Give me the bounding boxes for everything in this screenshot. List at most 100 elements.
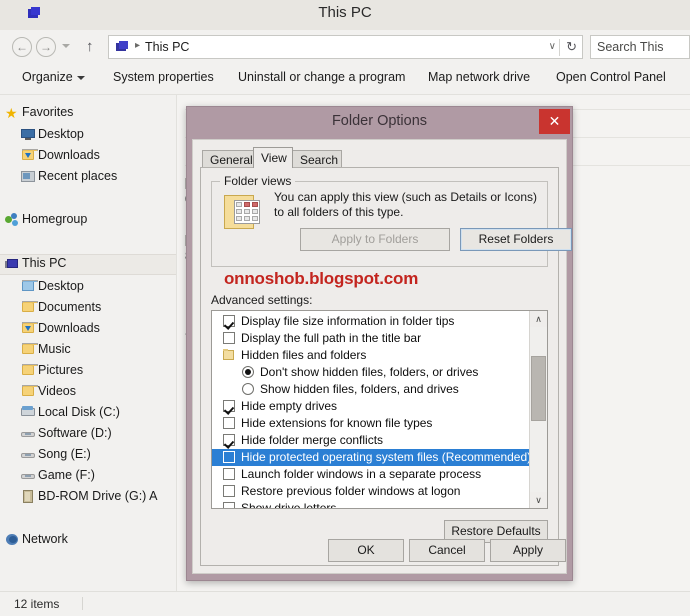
advanced-settings-list[interactable]: Display file size information in folder …: [211, 310, 548, 509]
sidebar-item-label: Favorites: [22, 105, 74, 119]
command-open-control-panel[interactable]: Open Control Panel: [556, 70, 666, 84]
advanced-setting-row[interactable]: Hide protected operating system files (R…: [212, 449, 531, 466]
breadcrumb-this-pc[interactable]: This PC: [145, 40, 189, 54]
checkbox-icon[interactable]: [223, 417, 235, 429]
apply-button[interactable]: Apply: [490, 539, 566, 562]
sidebar-item-this-pc[interactable]: This PC: [0, 254, 176, 275]
advanced-setting-label: Display the full path in the title bar: [241, 331, 422, 345]
sidebar-item-homegroup[interactable]: Homegroup: [0, 211, 176, 230]
folder-icon: [222, 349, 235, 361]
refresh-icon[interactable]: ↻: [566, 39, 577, 55]
star-icon: ★: [5, 105, 18, 121]
advanced-setting-row[interactable]: Display the full path in the title bar: [212, 330, 530, 347]
dialog-title-bar[interactable]: Folder Options ✕: [187, 107, 572, 139]
checkbox-icon[interactable]: [223, 502, 235, 508]
address-bar-row: ← → ↑ ▸ This PC ∨ ↻ Search This: [0, 30, 690, 64]
command-toolbar: Organize System properties Uninstall or ch…: [0, 64, 690, 95]
advanced-setting-row[interactable]: Show drive letters: [212, 500, 530, 508]
command-organize[interactable]: Organize: [22, 70, 85, 84]
sidebar-item-label: Game (F:): [38, 468, 95, 482]
advanced-setting-row[interactable]: Hidden files and folders: [212, 347, 530, 364]
sidebar-item-bd-rom-drive-g-a[interactable]: BD-ROM Drive (G:) A: [0, 488, 176, 507]
tab-search[interactable]: Search: [292, 150, 342, 168]
checkbox-icon[interactable]: [223, 451, 235, 463]
advanced-setting-label: Hide extensions for known file types: [241, 416, 433, 430]
sidebar-item-recent-places[interactable]: Recent places: [0, 168, 176, 187]
recent-locations-icon[interactable]: [62, 44, 70, 48]
sidebar-item-label: Pictures: [38, 363, 84, 377]
checkbox-icon[interactable]: [223, 332, 235, 344]
sidebar-item-videos[interactable]: Videos: [0, 383, 176, 402]
sidebar-item-downloads[interactable]: Downloads: [0, 147, 176, 166]
radio-icon[interactable]: [242, 383, 254, 395]
command-label: Uninstall or change a program: [238, 70, 406, 84]
sidebar-item-game-f[interactable]: Game (F:): [0, 467, 176, 486]
advanced-setting-label: Don't show hidden files, folders, or dri…: [260, 365, 479, 379]
address-this-pc-icon: [116, 41, 129, 53]
command-label: Open Control Panel: [556, 70, 666, 84]
close-icon[interactable]: ✕: [539, 109, 570, 134]
item-count-label: 12 items: [14, 597, 60, 611]
scrollbar-thumb[interactable]: [531, 356, 546, 421]
address-input[interactable]: ▸ This PC ∨ ↻: [108, 35, 583, 59]
sidebar-item-downloads[interactable]: Downloads: [0, 320, 176, 339]
sidebar-item-desktop[interactable]: Desktop: [0, 126, 176, 145]
sidebar-item-documents[interactable]: Documents: [0, 299, 176, 318]
sidebar-item-label: Videos: [38, 384, 76, 398]
sidebar-item-local-disk-c[interactable]: Local Disk (C:): [0, 404, 176, 423]
checkbox-icon[interactable]: [223, 315, 235, 327]
checkbox-icon[interactable]: [223, 400, 235, 412]
command-uninstall-or-change-a-program[interactable]: Uninstall or change a program: [238, 70, 405, 84]
advanced-setting-label: Hide folder merge conflicts: [241, 433, 384, 447]
command-map-network-drive[interactable]: Map network drive: [428, 70, 530, 84]
sidebar-item-network[interactable]: Network: [0, 531, 176, 550]
up-button[interactable]: ↑: [86, 39, 94, 55]
navigation-pane[interactable]: ★ Favorites Desktop Downloads Recent places H…: [0, 95, 177, 592]
advanced-settings-label: Advanced settings:: [211, 293, 313, 307]
sidebar-item-label: Documents: [38, 300, 102, 314]
scroll-up-icon[interactable]: ∧: [530, 311, 547, 327]
sidebar-item-music[interactable]: Music: [0, 341, 176, 360]
back-button[interactable]: ←: [12, 37, 32, 57]
search-input[interactable]: Search This: [590, 35, 690, 59]
checkbox-icon[interactable]: [223, 468, 235, 480]
advanced-setting-row[interactable]: Launch folder windows in a separate proc…: [212, 466, 530, 483]
advanced-setting-row[interactable]: Don't show hidden files, folders, or dri…: [212, 364, 530, 381]
advanced-setting-row[interactable]: Display file size information in folder …: [212, 313, 530, 330]
advanced-setting-row[interactable]: Hide empty drives: [212, 398, 530, 415]
advanced-settings-scrollbar[interactable]: ∧ ∨: [529, 311, 547, 508]
status-divider: [82, 597, 83, 610]
network-icon: [5, 533, 20, 547]
tab-view[interactable]: View: [253, 147, 293, 168]
sidebar-item-song-e[interactable]: Song (E:): [0, 446, 176, 465]
tab-general[interactable]: General: [202, 150, 254, 168]
checkbox-icon[interactable]: [223, 485, 235, 497]
scroll-down-icon[interactable]: ∨: [530, 492, 547, 508]
command-label: Organize: [22, 70, 73, 84]
sidebar-item-software-d[interactable]: Software (D:): [0, 425, 176, 444]
watermark-text: onnoshob.blogspot.com: [224, 269, 419, 288]
forward-button[interactable]: →: [36, 37, 56, 57]
advanced-setting-label: Hide empty drives: [241, 399, 338, 413]
apply-to-folders-button[interactable]: Apply to Folders: [300, 228, 450, 251]
sidebar-item-label: Song (E:): [38, 447, 91, 461]
radio-icon[interactable]: [242, 366, 254, 378]
advanced-setting-row[interactable]: Show hidden files, folders, and drives: [212, 381, 530, 398]
dialog-body: General View Search Folder views You can a…: [192, 139, 572, 574]
ok-button[interactable]: OK: [328, 539, 404, 562]
chevron-down-icon: [76, 75, 85, 80]
download-folder-icon: [21, 149, 38, 163]
reset-folders-button[interactable]: Reset Folders: [460, 228, 572, 251]
checkbox-icon[interactable]: [223, 434, 235, 446]
breadcrumb-separator-icon: ▸: [135, 40, 141, 51]
sidebar-item-favorites[interactable]: ★ Favorites: [0, 104, 176, 123]
advanced-setting-row[interactable]: Restore previous folder windows at logon: [212, 483, 530, 500]
advanced-setting-row[interactable]: Hide extensions for known file types: [212, 415, 530, 432]
sidebar-item-pictures[interactable]: Pictures: [0, 362, 176, 381]
sidebar-item-desktop[interactable]: Desktop: [0, 278, 176, 297]
command-system-properties[interactable]: System properties: [113, 70, 214, 84]
cancel-button[interactable]: Cancel: [409, 539, 485, 562]
chevron-down-icon[interactable]: ∨: [549, 41, 556, 52]
advanced-setting-row[interactable]: Hide folder merge conflicts: [212, 432, 530, 449]
dialog-title: Folder Options: [331, 113, 428, 129]
